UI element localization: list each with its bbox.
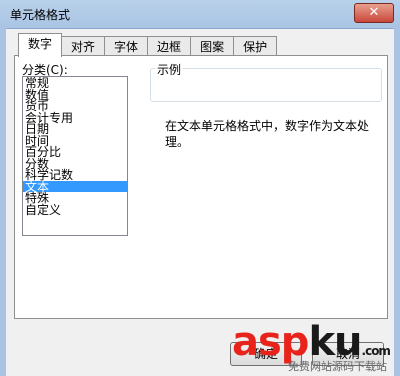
tab-border[interactable]: 边框 <box>147 36 192 57</box>
tab-pattern[interactable]: 图案 <box>190 36 235 57</box>
format-description: 在文本单元格格式中，数字作为文本处理。 <box>165 119 370 149</box>
close-button[interactable]: ✕ <box>354 3 394 23</box>
watermark-subtext: 免费网站源码下载站 <box>288 360 387 373</box>
category-item[interactable]: 科学记数 <box>23 169 127 181</box>
tab-protection[interactable]: 保护 <box>233 36 278 57</box>
watermark-part-3: .com <box>361 344 391 358</box>
close-icon: ✕ <box>368 5 380 20</box>
sample-label: 示例 <box>155 61 184 78</box>
category-item[interactable]: 自定义 <box>23 204 127 216</box>
tab-alignment[interactable]: 对齐 <box>61 36 106 57</box>
category-list[interactable]: 常规 数值 货币 会计专用 日期 时间 百分比 分数 科学记数 文本 特殊 自定义 <box>22 76 128 236</box>
tab-font[interactable]: 字体 <box>104 36 149 57</box>
window-frame-right <box>394 28 400 376</box>
tab-strip: 数字 对齐 字体 边框 图案 保护 <box>18 33 278 57</box>
category-item[interactable]: 常规 <box>23 77 127 89</box>
category-item[interactable]: 百分比 <box>23 146 127 158</box>
category-item[interactable]: 特殊 <box>23 192 127 204</box>
sample-box <box>150 68 382 102</box>
category-item[interactable]: 货币 <box>23 100 127 112</box>
category-item[interactable]: 日期 <box>23 123 127 135</box>
window-title: 单元格格式 <box>10 8 71 22</box>
title-bar: 单元格格式 ✕ <box>0 0 400 29</box>
window-frame-left <box>0 28 6 376</box>
tab-number[interactable]: 数字 <box>18 33 63 57</box>
